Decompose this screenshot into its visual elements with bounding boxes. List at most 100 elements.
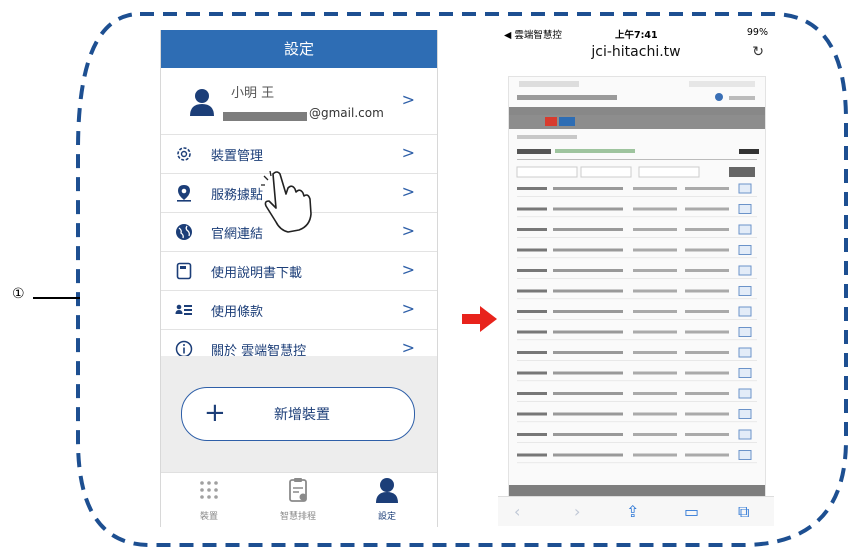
chevron-right-icon: >	[401, 338, 415, 357]
row-divider	[517, 196, 757, 197]
map-button	[738, 204, 752, 214]
row-text	[633, 330, 677, 334]
person-icon	[376, 478, 398, 503]
menu-item-official-website[interactable]: 官網連結 >	[161, 213, 437, 252]
back-to-app-label[interactable]: ◀ 雲端智慧控	[504, 27, 562, 41]
url-text: jci-hitachi.tw	[591, 44, 681, 60]
row-divider	[517, 380, 757, 382]
row-text	[633, 412, 677, 416]
reload-icon[interactable]: ↻	[752, 44, 764, 60]
row-text	[517, 269, 547, 272]
chevron-right-icon: >	[401, 90, 415, 109]
map-button	[738, 286, 752, 296]
redacted-email	[223, 112, 307, 121]
callout-line	[33, 297, 80, 299]
add-device-label: 新增裝置	[274, 407, 330, 423]
settings-title: 設定	[161, 30, 437, 68]
row-text	[553, 330, 623, 334]
row-divider	[517, 421, 757, 423]
row-text	[685, 351, 729, 354]
row-text	[517, 187, 547, 190]
url-bar[interactable]: jci-hitachi.tw ↻	[498, 42, 774, 66]
tabs-icon[interactable]: ⧉	[738, 502, 749, 522]
row-text	[685, 269, 729, 272]
bookmarks-icon[interactable]: ▭	[684, 502, 699, 521]
forward-icon[interactable]: ›	[574, 502, 580, 521]
add-device-button[interactable]: + 新增裝置	[181, 387, 415, 441]
row-text	[517, 248, 547, 252]
row-text	[553, 453, 623, 457]
row-text	[633, 269, 677, 272]
tab-devices[interactable]: 裝置	[179, 477, 239, 522]
tab-bar: 裝置 智慧排程 設定	[161, 472, 437, 527]
row-text	[685, 392, 729, 395]
map-button	[738, 368, 752, 378]
row-divider	[517, 278, 757, 279]
row-text	[633, 351, 677, 354]
chevron-right-icon: >	[401, 221, 415, 240]
clipboard-icon	[289, 478, 307, 502]
profile-name: 小明 王	[231, 86, 275, 101]
map-button	[738, 450, 752, 460]
menu-item-device-management[interactable]: 裝置管理 >	[161, 135, 437, 174]
globe-icon	[176, 224, 192, 240]
menu-item-service-locations[interactable]: 服務據點 >	[161, 170, 437, 233]
row-text	[633, 310, 677, 313]
row-text	[517, 392, 547, 395]
menu-label: 使用條款	[211, 305, 264, 320]
plus-icon: +	[204, 398, 226, 428]
gear-icon	[177, 147, 191, 161]
settings-screen: 設定 小明 王 @gmail.com > 裝置管理 > 服務據點 > 官網連結 …	[160, 30, 438, 527]
map-button	[738, 265, 752, 276]
map-button	[738, 183, 752, 194]
map-button	[738, 245, 752, 255]
row-text	[517, 310, 547, 313]
menu-item-manual-download[interactable]: 使用說明書下載 >	[161, 252, 437, 291]
row-divider	[517, 462, 757, 464]
row-text	[553, 187, 623, 190]
row-text	[517, 207, 547, 211]
row-text	[685, 187, 729, 190]
map-pin-icon	[177, 185, 191, 202]
row-text	[633, 433, 677, 436]
tab-label: 設定	[377, 512, 396, 522]
map-button	[738, 388, 752, 399]
profile-row[interactable]: 小明 王 @gmail.com >	[161, 68, 437, 135]
tab-label: 裝置	[199, 512, 218, 522]
row-text	[685, 207, 729, 211]
row-text	[517, 433, 547, 436]
callout-number: ①	[12, 286, 25, 302]
row-text	[553, 433, 623, 436]
map-button	[738, 429, 752, 440]
row-text	[517, 351, 547, 354]
row-divider	[517, 237, 757, 238]
row-text	[553, 412, 623, 416]
tab-settings[interactable]: 設定	[357, 477, 417, 522]
browser-toolbar: ‹ › ⇪ ▭ ⧉	[498, 496, 774, 526]
row-text	[553, 248, 623, 252]
person-icon	[190, 89, 214, 116]
back-icon[interactable]: ‹	[514, 502, 520, 521]
row-divider	[517, 216, 757, 218]
map-button	[738, 224, 752, 235]
map-button	[738, 327, 752, 337]
arrow-right-icon	[462, 306, 497, 332]
browser-screen: ◀ 雲端智慧控 上午7:41 99% jci-hitachi.tw ↻ ‹ › …	[498, 24, 774, 526]
row-text	[633, 453, 677, 457]
map-button	[738, 306, 752, 317]
status-bar: ◀ 雲端智慧控 上午7:41 99%	[498, 24, 774, 42]
row-text	[685, 330, 729, 334]
share-icon[interactable]: ⇪	[626, 502, 639, 521]
row-divider	[517, 298, 757, 300]
menu-label: 裝置管理	[211, 149, 264, 164]
battery-level: 99%	[746, 27, 768, 38]
menu-item-terms[interactable]: 使用條款 >	[161, 291, 437, 330]
row-text	[553, 351, 623, 354]
tab-label: 智慧排程	[279, 512, 316, 522]
website-screenshot	[509, 77, 765, 497]
row-text	[633, 289, 677, 293]
tab-smart-schedule[interactable]: 智慧排程	[268, 477, 328, 522]
row-text	[553, 228, 623, 231]
terms-list-icon	[175, 304, 192, 315]
chevron-right-icon: >	[401, 299, 415, 318]
